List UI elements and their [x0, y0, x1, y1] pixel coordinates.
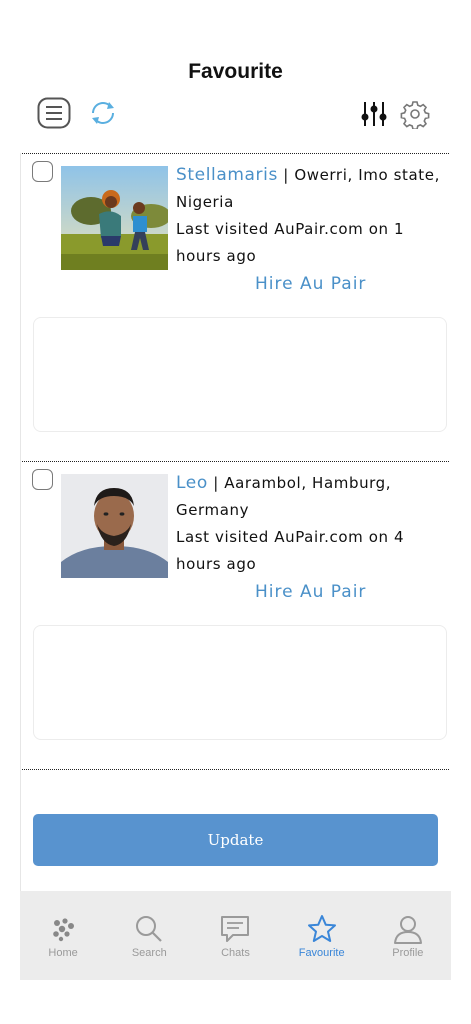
page-title: Favourite — [188, 60, 283, 83]
update-button[interactable]: Update — [33, 814, 438, 866]
profile-name[interactable]: Stellamaris — [176, 165, 278, 185]
hire-au-pair-link[interactable]: Hire Au Pair — [255, 582, 366, 602]
chat-icon — [221, 916, 250, 942]
tab-label: Chats — [221, 947, 250, 959]
menu-icon[interactable] — [37, 97, 71, 129]
last-visited: Last visited AuPair.com on 4 hours ago — [176, 528, 405, 573]
home-dots-icon — [53, 918, 75, 942]
tab-label: Search — [131, 947, 167, 959]
tab-label: Profile — [392, 947, 424, 959]
gear-icon[interactable] — [400, 99, 430, 129]
tab-label: Home — [48, 947, 78, 959]
profile-info: Stellamaris | Owerri, Imo state, Nigeria… — [176, 162, 446, 270]
tab-home[interactable]: Home — [23, 913, 103, 959]
star-icon — [307, 915, 336, 942]
select-checkbox[interactable] — [32, 161, 53, 182]
filter-sliders-icon[interactable] — [360, 100, 388, 128]
profile-icon — [393, 916, 422, 944]
hire-au-pair-link[interactable]: Hire Au Pair — [255, 274, 366, 294]
search-icon — [136, 916, 163, 942]
bottom-tab-bar: Home Search Chats Favourite Profile — [20, 891, 451, 980]
tab-label: Favourite — [298, 947, 345, 959]
favourite-card: Stellamaris | Owerri, Imo state, Nigeria… — [20, 154, 450, 462]
last-visited: Last visited AuPair.com on 1 hours ago — [176, 220, 405, 265]
divider — [22, 769, 449, 770]
tab-chats[interactable]: Chats — [195, 913, 275, 959]
refresh-icon[interactable] — [88, 98, 118, 128]
profile-info: Leo | Aarambol, Hamburg, Germany Last vi… — [176, 470, 446, 578]
favourite-card: Leo | Aarambol, Hamburg, Germany Last vi… — [20, 462, 450, 770]
note-box[interactable] — [33, 625, 447, 740]
profile-photo[interactable] — [61, 474, 168, 578]
tab-search[interactable]: Search — [109, 913, 189, 959]
select-checkbox[interactable] — [32, 469, 53, 490]
profile-name[interactable]: Leo — [176, 473, 208, 493]
profile-photo[interactable] — [61, 166, 168, 270]
note-box[interactable] — [33, 317, 447, 432]
tab-profile[interactable]: Profile — [368, 913, 448, 959]
profile-location: | Aarambol, Hamburg, Germany — [176, 474, 392, 519]
tab-favourite[interactable]: Favourite — [282, 913, 362, 959]
